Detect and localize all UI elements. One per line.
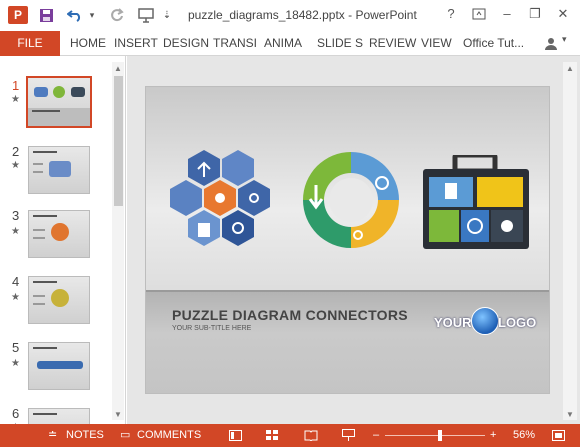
thumb-star-icon: ★ [11, 292, 20, 303]
help-button[interactable]: ? [440, 4, 462, 24]
fit-slide-icon[interactable] [552, 424, 568, 447]
ribbon-tabs: FILE HOME INSERT DESIGN TRANSI ANIMA SLI… [0, 31, 580, 56]
slide-thumbnail-3[interactable] [28, 210, 90, 258]
slide-thumbnail-4[interactable] [28, 276, 90, 324]
slide-title[interactable]: PUZZLE DIAGRAM CONNECTORS [172, 307, 408, 323]
powerpoint-app-icon[interactable]: P [8, 6, 28, 24]
slide-thumbnail-1[interactable] [26, 76, 92, 128]
slide-thumbnail-5[interactable] [28, 342, 90, 390]
hexagon-puzzle-graphic [170, 150, 270, 246]
slide-subtitle[interactable]: YOUR SUB-TITLE HERE [172, 325, 251, 332]
thumb-number: 4 [12, 274, 20, 289]
close-button[interactable]: ✕ [552, 4, 574, 24]
thumb-number: 1 [12, 78, 20, 93]
main-scrollbar[interactable] [563, 62, 577, 420]
tab-view[interactable]: VIEW [421, 31, 452, 56]
zoom-in-button[interactable]: + [490, 424, 496, 447]
main-scroll-down-icon[interactable]: ▼ [566, 410, 574, 419]
notes-button[interactable]: NOTES [66, 424, 104, 447]
tab-home[interactable]: HOME [70, 31, 106, 56]
zoom-level[interactable]: 56% [513, 424, 535, 447]
window-title: puzzle_diagrams_18482.pptx - PowerPoint [188, 8, 417, 22]
maximize-button[interactable]: ❐ [524, 4, 546, 24]
undo-dropdown-icon[interactable]: ▾ [86, 5, 98, 25]
slide-title-band [146, 290, 549, 393]
notes-icon[interactable]: ≐ [48, 424, 57, 447]
main-scroll-up-icon[interactable]: ▲ [566, 64, 574, 73]
logo-text-left: YOUR [434, 315, 472, 330]
avatar-icon[interactable] [544, 36, 558, 50]
save-icon[interactable] [36, 5, 56, 25]
comments-button[interactable]: COMMENTS [137, 424, 201, 447]
zoom-slider[interactable] [385, 435, 485, 436]
title-bar: P ▾ ⇣ puzzle_diagrams_18482.pptx - Power… [0, 0, 580, 31]
customize-toolbar-icon[interactable]: ⇣ [160, 5, 174, 25]
scroll-up-icon[interactable]: ▲ [114, 64, 122, 73]
toolbox-puzzle-graphic [423, 155, 529, 249]
thumb-number: 3 [12, 208, 20, 223]
thumbnail-scroll-thumb[interactable] [114, 76, 123, 206]
ribbon-display-icon[interactable] [468, 4, 490, 24]
thumb-star-icon: ★ [11, 358, 20, 369]
status-bar: ≐ NOTES ▭ COMMENTS – + 56% [0, 424, 580, 447]
scroll-down-icon[interactable]: ▼ [114, 410, 122, 419]
slide-sorter-icon[interactable] [266, 424, 284, 447]
tab-review[interactable]: REVIEW [369, 31, 416, 56]
undo-icon[interactable] [64, 5, 86, 25]
thumb-star-icon: ★ [11, 94, 20, 105]
circular-puzzle-graphic [303, 152, 399, 248]
zoom-out-button[interactable]: – [373, 424, 379, 447]
globe-logo-icon [471, 307, 499, 335]
current-slide[interactable]: PUZZLE DIAGRAM CONNECTORS YOUR SUB-TITLE… [145, 86, 550, 394]
minimize-button[interactable]: – [496, 4, 518, 24]
redo-icon[interactable] [108, 5, 126, 25]
normal-view-icon[interactable] [229, 424, 247, 447]
thumb-star-icon: ★ [11, 160, 20, 171]
slide-thumbnail-pane: 1 ★ 2 ★ 3 ★ 4 ★ 5 ★ 6 ★ [0, 56, 126, 424]
account-dropdown-icon[interactable]: ▾ [562, 34, 567, 45]
logo-text-right: LOGO [498, 315, 537, 330]
zoom-slider-handle[interactable] [438, 430, 442, 441]
tab-file[interactable]: FILE [0, 31, 60, 56]
thumb-number: 6 [12, 406, 20, 421]
present-icon[interactable] [136, 5, 156, 25]
slide-thumbnail-6[interactable] [28, 408, 90, 424]
tab-transitions[interactable]: TRANSI [213, 31, 257, 56]
tab-insert[interactable]: INSERT [114, 31, 158, 56]
account-name[interactable]: Office Tut... [463, 31, 524, 56]
slide-show-icon[interactable] [342, 424, 360, 447]
comment-icon[interactable]: ▭ [120, 424, 130, 447]
tab-design[interactable]: DESIGN [163, 31, 209, 56]
tab-animations[interactable]: ANIMA [264, 31, 302, 56]
tab-slide-show[interactable]: SLIDE S [317, 31, 363, 56]
thumb-number: 5 [12, 340, 20, 355]
reading-view-icon[interactable] [304, 424, 322, 447]
thumb-star-icon: ★ [11, 226, 20, 237]
thumb-number: 2 [12, 144, 20, 159]
slide-thumbnail-2[interactable] [28, 146, 90, 194]
